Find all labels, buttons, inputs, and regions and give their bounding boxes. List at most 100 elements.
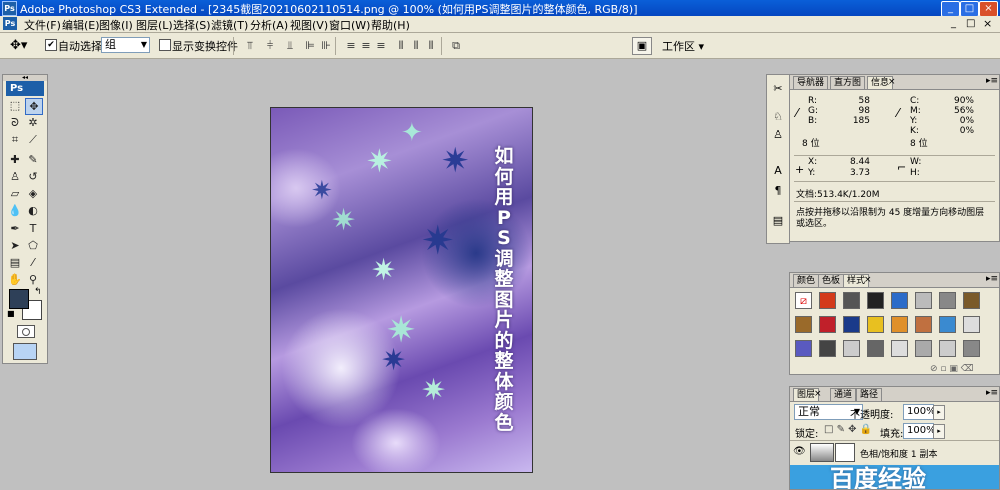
menu-file[interactable]: 文件(F): [24, 17, 61, 33]
document-icon[interactable]: Ps: [3, 17, 17, 30]
style-swatch[interactable]: [867, 292, 884, 309]
default-style-swatch[interactable]: ⧄: [795, 292, 812, 309]
menu-view[interactable]: 视图(V): [290, 17, 328, 33]
brush-tool-icon[interactable]: ✎: [25, 152, 41, 167]
distribute-top-icon[interactable]: ≡: [344, 39, 358, 52]
doc-restore-button[interactable]: □: [966, 18, 975, 29]
eyedropper-tool-icon[interactable]: ⁄: [25, 255, 41, 270]
bridge-icon[interactable]: ▣: [632, 37, 652, 55]
move-tool-icon[interactable]: ✥: [25, 98, 43, 115]
style-swatch[interactable]: [939, 316, 956, 333]
hand-tool-icon[interactable]: ✋: [7, 272, 23, 287]
style-swatch[interactable]: [843, 316, 860, 333]
brushes-icon[interactable]: ♘: [770, 109, 786, 125]
tab-paths[interactable]: 路径: [856, 388, 883, 401]
dodge-tool-icon[interactable]: ◐: [25, 203, 41, 218]
menu-select[interactable]: 选择(S): [173, 17, 211, 33]
character-icon[interactable]: A: [770, 163, 786, 179]
style-swatch[interactable]: [819, 316, 836, 333]
style-swatch[interactable]: [843, 340, 860, 357]
paint-bucket-tool-icon[interactable]: ◈: [25, 186, 41, 201]
menu-filter[interactable]: 滤镜(T): [211, 17, 248, 33]
maximize-button[interactable]: □: [960, 1, 979, 17]
style-swatch[interactable]: [915, 292, 932, 309]
eraser-tool-icon[interactable]: ▱: [7, 186, 23, 201]
style-swatch[interactable]: [867, 316, 884, 333]
style-swatch[interactable]: [795, 316, 812, 333]
lasso-tool-icon[interactable]: ᘐ: [7, 115, 23, 130]
document-canvas[interactable]: ✦ ✷ ✷ ✷ ✷ ✷ ✷ ✷ ✷ ✷ 如 何 用 P S 调 整 图 片 的 …: [270, 107, 533, 473]
style-swatch[interactable]: [891, 316, 908, 333]
chevron-right-icon[interactable]: ▸: [933, 405, 945, 420]
style-swatch[interactable]: [963, 316, 980, 333]
align-left-icon[interactable]: ⊫: [303, 39, 317, 52]
doc-close-button[interactable]: ×: [983, 17, 992, 30]
style-swatch[interactable]: [795, 340, 812, 357]
show-transform-checkbox[interactable]: [159, 39, 171, 51]
clone-source-icon[interactable]: ♙: [770, 127, 786, 143]
shape-tool-icon[interactable]: ⬠: [25, 238, 41, 253]
menu-window[interactable]: 窗口(W): [329, 17, 370, 33]
auto-select-checkbox[interactable]: ✔: [45, 39, 57, 51]
notes-tool-icon[interactable]: ▤: [7, 255, 23, 270]
path-selection-tool-icon[interactable]: ➤: [7, 238, 23, 253]
style-swatch[interactable]: [963, 292, 980, 309]
foreground-color-swatch[interactable]: [9, 289, 29, 309]
doc-minimize-button[interactable]: _: [951, 18, 956, 29]
layer-comps-icon[interactable]: ▤: [770, 213, 786, 229]
pen-tool-icon[interactable]: ✒: [7, 221, 23, 236]
zoom-tool-icon[interactable]: ⚲: [25, 272, 41, 287]
style-swatch[interactable]: [819, 292, 836, 309]
align-hcenter-icon[interactable]: ⊪: [319, 39, 333, 52]
tab-histogram[interactable]: 直方图: [830, 76, 866, 89]
auto-select-dropdown[interactable]: 组 ▼: [101, 37, 150, 53]
close-icon[interactable]: ×: [814, 389, 822, 399]
style-swatch[interactable]: [819, 340, 836, 357]
style-swatch[interactable]: [891, 292, 908, 309]
type-tool-icon[interactable]: T: [25, 221, 41, 236]
screen-mode-icon[interactable]: [13, 343, 37, 360]
style-swatch[interactable]: [963, 340, 980, 357]
panel-menu-icon[interactable]: ▸≡: [986, 76, 998, 86]
swap-colors-icon[interactable]: ↰: [34, 287, 42, 297]
tab-color[interactable]: 颜色: [793, 274, 820, 287]
minimize-button[interactable]: _: [941, 1, 960, 17]
distribute-right-icon[interactable]: ⦀: [424, 39, 438, 52]
menu-analysis[interactable]: 分析(A): [250, 17, 288, 33]
fill-input[interactable]: 100%: [903, 423, 936, 439]
lock-icons[interactable]: □ ✎ ✥ 🔒: [824, 424, 872, 435]
align-bottom-icon[interactable]: ⫫: [283, 39, 297, 52]
align-top-icon[interactable]: ⫪: [243, 39, 257, 52]
move-tool-preset-icon[interactable]: ✥▾: [10, 38, 27, 53]
history-brush-tool-icon[interactable]: ↺: [25, 169, 41, 184]
tools-preset-icon[interactable]: ✂: [770, 81, 786, 97]
close-button[interactable]: ×: [979, 1, 998, 17]
tab-channels[interactable]: 通道: [830, 388, 857, 401]
menu-edit[interactable]: 编辑(E): [62, 17, 100, 33]
eye-icon[interactable]: 👁: [793, 446, 806, 457]
opacity-input[interactable]: 100%: [903, 404, 936, 420]
quick-mask-icon[interactable]: [17, 325, 35, 338]
distribute-vcenter-icon[interactable]: ≡: [359, 39, 373, 52]
marquee-tool-icon[interactable]: ⬚: [7, 98, 23, 113]
panel-menu-icon[interactable]: ▸≡: [986, 388, 998, 398]
distribute-bottom-icon[interactable]: ≡: [374, 39, 388, 52]
tab-swatches[interactable]: 色板: [818, 274, 845, 287]
workspace-button[interactable]: 工作区 ▾: [662, 38, 704, 54]
style-swatch[interactable]: [915, 340, 932, 357]
ps-logo[interactable]: Ps: [6, 81, 44, 96]
menu-image[interactable]: 图像(I): [99, 17, 133, 33]
magic-wand-tool-icon[interactable]: ✲: [25, 115, 41, 130]
blur-tool-icon[interactable]: 💧: [7, 203, 23, 218]
chevron-right-icon[interactable]: ▸: [933, 424, 945, 439]
close-icon[interactable]: ×: [864, 275, 872, 285]
slice-tool-icon[interactable]: ⟋: [25, 132, 41, 147]
distribute-hcenter-icon[interactable]: ⦀: [409, 39, 423, 52]
clone-stamp-tool-icon[interactable]: ♙: [7, 169, 23, 184]
close-icon[interactable]: ×: [888, 77, 896, 87]
style-swatch[interactable]: [939, 292, 956, 309]
auto-align-layers-icon[interactable]: ⧉: [449, 39, 463, 52]
style-swatch[interactable]: [891, 340, 908, 357]
panel-menu-icon[interactable]: ▸≡: [986, 274, 998, 284]
healing-brush-tool-icon[interactable]: ✚: [7, 152, 23, 167]
